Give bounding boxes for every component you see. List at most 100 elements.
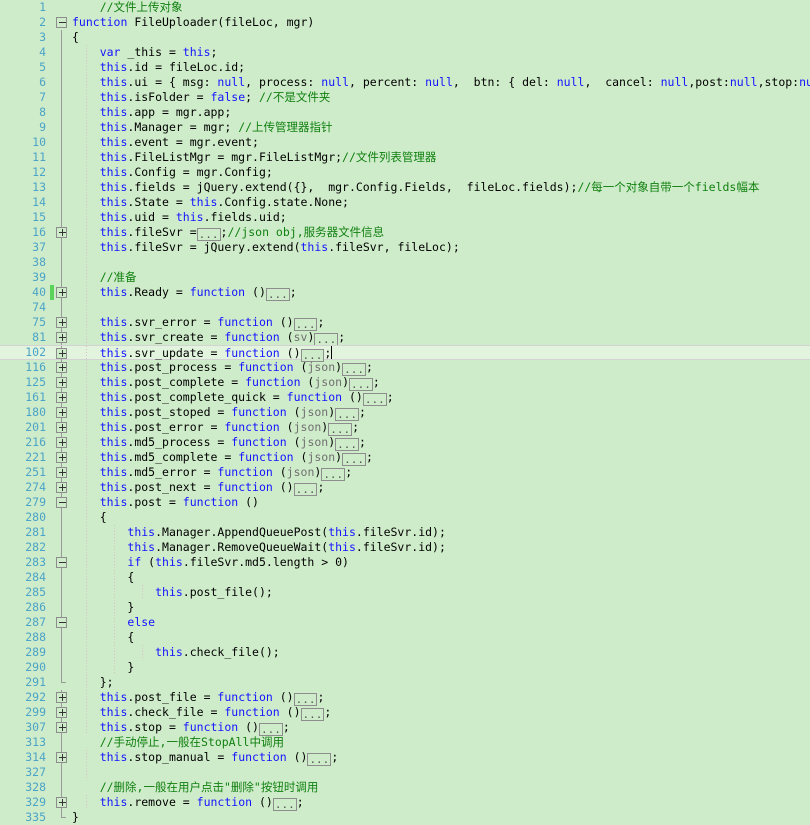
code-line[interactable]: 102 this.svr_update = function ()...;: [0, 345, 810, 362]
fold-expand-icon[interactable]: [55, 346, 69, 361]
code-line[interactable]: 39 //准备: [0, 270, 810, 285]
code-line[interactable]: 38: [0, 255, 810, 270]
code-line[interactable]: 313 //手动停止,一般在StopAll中调用: [0, 735, 810, 750]
keyword-token: else: [127, 615, 156, 629]
code-line[interactable]: 314 this.stop_manual = function ()...;: [0, 750, 810, 766]
code-line[interactable]: 8 this.app = mgr.app;: [0, 105, 810, 120]
code-line[interactable]: 2 function FileUploader(fileLoc, mgr): [0, 15, 810, 30]
fold-expand-icon[interactable]: [55, 390, 69, 405]
fold-expand-icon[interactable]: [55, 480, 69, 495]
keyword-token: function: [182, 720, 239, 734]
fold-expand-icon[interactable]: [55, 705, 69, 720]
line-number: 251: [25, 465, 46, 479]
code-line[interactable]: 292 this.post_file = function ()...;: [0, 690, 810, 706]
code-line[interactable]: 335}: [0, 810, 810, 825]
code-line[interactable]: 216 this.md5_process = function (json)..…: [0, 435, 810, 451]
fold-guide: [55, 300, 69, 315]
fold-collapse-icon[interactable]: [55, 555, 69, 570]
code-line[interactable]: 13 this.fields = jQuery.extend({}, mgr.C…: [0, 180, 810, 195]
fold-collapse-icon[interactable]: [55, 495, 69, 510]
fold-collapse-icon[interactable]: [55, 15, 69, 30]
code-line[interactable]: 1 //文件上传对象: [0, 0, 810, 15]
code-line[interactable]: 282 this.Manager.RemoveQueueWait(this.fi…: [0, 540, 810, 555]
fold-expand-icon[interactable]: [55, 420, 69, 435]
fold-collapse-icon[interactable]: [55, 615, 69, 630]
keyword-token: null: [217, 75, 246, 89]
plain-token: (: [286, 405, 301, 419]
fold-expand-icon[interactable]: [55, 360, 69, 375]
fold-expand-icon[interactable]: [55, 450, 69, 465]
plain-token: (: [286, 435, 301, 449]
keyword-token: function: [231, 435, 287, 449]
fold-guide: [55, 645, 69, 660]
fold-expand-icon[interactable]: [55, 285, 69, 300]
code-text: }: [72, 810, 79, 825]
code-line[interactable]: 74: [0, 300, 810, 315]
code-line[interactable]: 37 this.fileSvr = jQuery.extend(this.fil…: [0, 240, 810, 255]
fold-expand-icon[interactable]: [55, 465, 69, 480]
code-line[interactable]: 284 {: [0, 570, 810, 585]
fold-expand-icon[interactable]: [55, 690, 69, 705]
code-line[interactable]: 291 };: [0, 675, 810, 690]
code-line[interactable]: 328 //删除,一般在用户点击"删除"按钮时调用: [0, 780, 810, 795]
code-line[interactable]: 279 this.post = function (): [0, 495, 810, 510]
plain-token: .post_file =: [127, 690, 218, 704]
code-line[interactable]: 327: [0, 765, 810, 780]
line-number: 6: [39, 75, 46, 89]
code-line[interactable]: 116 this.post_process = function (json).…: [0, 360, 810, 376]
code-line[interactable]: 9 this.Manager = mgr; //上传管理器指针: [0, 120, 810, 135]
code-line[interactable]: 40 this.Ready = function ()...;: [0, 285, 810, 301]
fold-guide: [55, 510, 69, 525]
code-line[interactable]: 288 {: [0, 630, 810, 645]
code-line[interactable]: 201 this.post_error = function (json)...…: [0, 420, 810, 436]
code-line[interactable]: 7 this.isFolder = false; //不是文件夹: [0, 90, 810, 105]
code-editor[interactable]: 1 //文件上传对象 2 function FileUploader(fileLoc…: [0, 0, 810, 825]
plain-token: .post_complete_quick =: [127, 390, 287, 404]
code-line[interactable]: 12 this.Config = mgr.Config;: [0, 165, 810, 180]
code-line[interactable]: 180 this.post_stoped = function (json)..…: [0, 405, 810, 421]
keyword-token: function: [196, 795, 253, 809]
plain-token: .fileSvr.id);: [355, 525, 446, 539]
fold-expand-icon[interactable]: [55, 405, 69, 420]
code-line[interactable]: 5 this.id = fileLoc.id;: [0, 60, 810, 75]
fold-expand-icon[interactable]: [55, 795, 69, 810]
fold-expand-icon[interactable]: [55, 720, 69, 735]
code-line[interactable]: 274 this.post_next = function ()...;: [0, 480, 810, 496]
code-line[interactable]: 281 this.Manager.AppendQueuePost(this.fi…: [0, 525, 810, 540]
code-line[interactable]: 289 this.check_file();: [0, 645, 810, 660]
fold-expand-icon[interactable]: [55, 375, 69, 390]
code-line[interactable]: 285 this.post_file();: [0, 585, 810, 600]
code-line[interactable]: 307 this.stop = function ()...;: [0, 720, 810, 736]
fold-expand-icon[interactable]: [55, 225, 69, 240]
code-line[interactable]: 161 this.post_complete_quick = function …: [0, 390, 810, 406]
code-line[interactable]: 286 }: [0, 600, 810, 615]
code-line[interactable]: 329 this.remove = function ()...;: [0, 795, 810, 811]
line-number: 285: [25, 585, 46, 599]
code-line[interactable]: 14 this.State = this.Config.state.None;: [0, 195, 810, 210]
fold-expand-icon[interactable]: [55, 750, 69, 765]
fold-expand-icon[interactable]: [55, 330, 69, 345]
code-line[interactable]: 75 this.svr_error = function ()...;: [0, 315, 810, 331]
code-line[interactable]: 287 else: [0, 615, 810, 630]
code-line[interactable]: 81 this.svr_create = function (sv)...;: [0, 330, 810, 346]
code-line[interactable]: 15 this.uid = this.fields.uid;: [0, 210, 810, 225]
code-line[interactable]: 283 if (this.fileSvr.md5.length > 0): [0, 555, 810, 570]
fold-expand-icon[interactable]: [55, 435, 69, 450]
code-line[interactable]: 290 }: [0, 660, 810, 675]
code-line[interactable]: 125 this.post_complete = function (json)…: [0, 375, 810, 391]
keyword-token: this: [99, 705, 128, 719]
fold-expand-icon[interactable]: [55, 315, 69, 330]
code-line[interactable]: 4 var _this = this;: [0, 45, 810, 60]
code-line[interactable]: 3{: [0, 30, 810, 45]
code-line[interactable]: 6 this.ui = { msg: null, process: null, …: [0, 75, 810, 90]
code-line[interactable]: 10 this.event = mgr.event;: [0, 135, 810, 150]
code-line[interactable]: 221 this.md5_complete = function (json).…: [0, 450, 810, 466]
code-line[interactable]: 280 {: [0, 510, 810, 525]
code-line[interactable]: 11 this.FileListMgr = mgr.FileListMgr;//…: [0, 150, 810, 165]
code-line[interactable]: 299 this.check_file = function ()...;: [0, 705, 810, 721]
code-line[interactable]: 16 this.fileSvr =... ;//json obj,服务器文件信息: [0, 225, 810, 241]
code-line[interactable]: 251 this.md5_error = function (json)...;: [0, 465, 810, 481]
